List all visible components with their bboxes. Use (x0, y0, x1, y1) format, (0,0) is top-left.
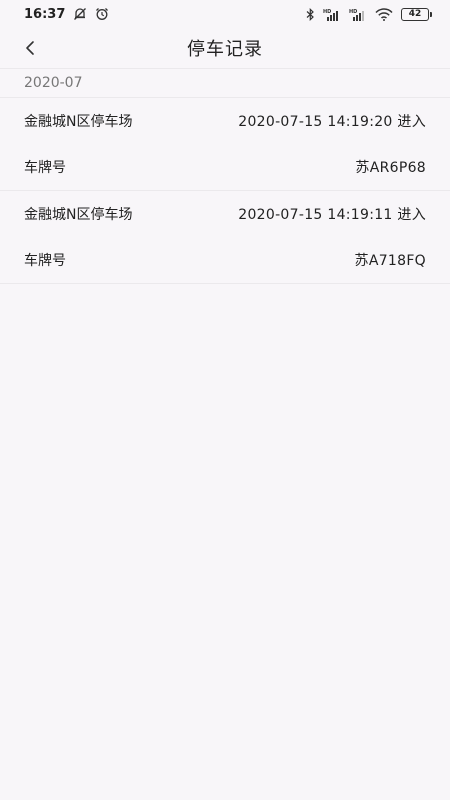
record-list: 金融城N区停车场 2020-07-15 14:19:20 进入 车牌号 苏AR6… (0, 97, 450, 284)
bluetooth-icon (306, 7, 315, 21)
svg-text:HD: HD (349, 9, 357, 15)
wifi-icon (375, 7, 393, 21)
record-lot-row: 金融城N区停车场 2020-07-15 14:19:20 进入 (0, 98, 450, 144)
plate-number: 苏AR6P68 (355, 160, 426, 176)
status-bar: 16:37 HD HD 42 (0, 0, 450, 28)
plate-label: 车牌号 (24, 160, 66, 176)
svg-text:HD: HD (323, 9, 331, 15)
status-time: 16:37 (24, 6, 66, 22)
lot-name: 金融城N区停车场 (24, 207, 133, 223)
screen: 16:37 HD HD 42 停车记录 2020-07 金融城N区停车场 202… (0, 0, 450, 800)
plate-number: 苏A718FQ (354, 253, 426, 269)
battery-level: 42 (401, 7, 429, 21)
signal-hd-icon-2: HD (349, 8, 367, 21)
record-time-status: 2020-07-15 14:19:11 进入 (238, 207, 426, 223)
record-lot-row: 金融城N区停车场 2020-07-15 14:19:11 进入 (0, 191, 450, 237)
alarm-clock-icon (95, 7, 109, 21)
parking-record[interactable]: 金融城N区停车场 2020-07-15 14:19:11 进入 车牌号 苏A71… (0, 190, 450, 284)
month-header: 2020-07 (0, 68, 450, 97)
notification-muted-icon (73, 7, 87, 21)
nav-header: 停车记录 (0, 28, 450, 68)
plate-label: 车牌号 (24, 253, 66, 269)
status-bar-right: HD HD 42 (306, 7, 432, 21)
parking-record[interactable]: 金融城N区停车场 2020-07-15 14:19:20 进入 车牌号 苏AR6… (0, 97, 450, 190)
lot-name: 金融城N区停车场 (24, 114, 133, 130)
page-title: 停车记录 (187, 39, 263, 60)
record-time-status: 2020-07-15 14:19:20 进入 (238, 114, 426, 130)
record-plate-row: 车牌号 苏AR6P68 (0, 144, 450, 190)
battery-tip (430, 11, 432, 17)
battery-icon: 42 (401, 7, 432, 21)
signal-hd-icon: HD (323, 8, 341, 21)
status-bar-left: 16:37 (24, 7, 109, 22)
record-plate-row: 车牌号 苏A718FQ (0, 237, 450, 283)
back-button[interactable] (18, 34, 42, 62)
chevron-left-icon (26, 41, 34, 55)
